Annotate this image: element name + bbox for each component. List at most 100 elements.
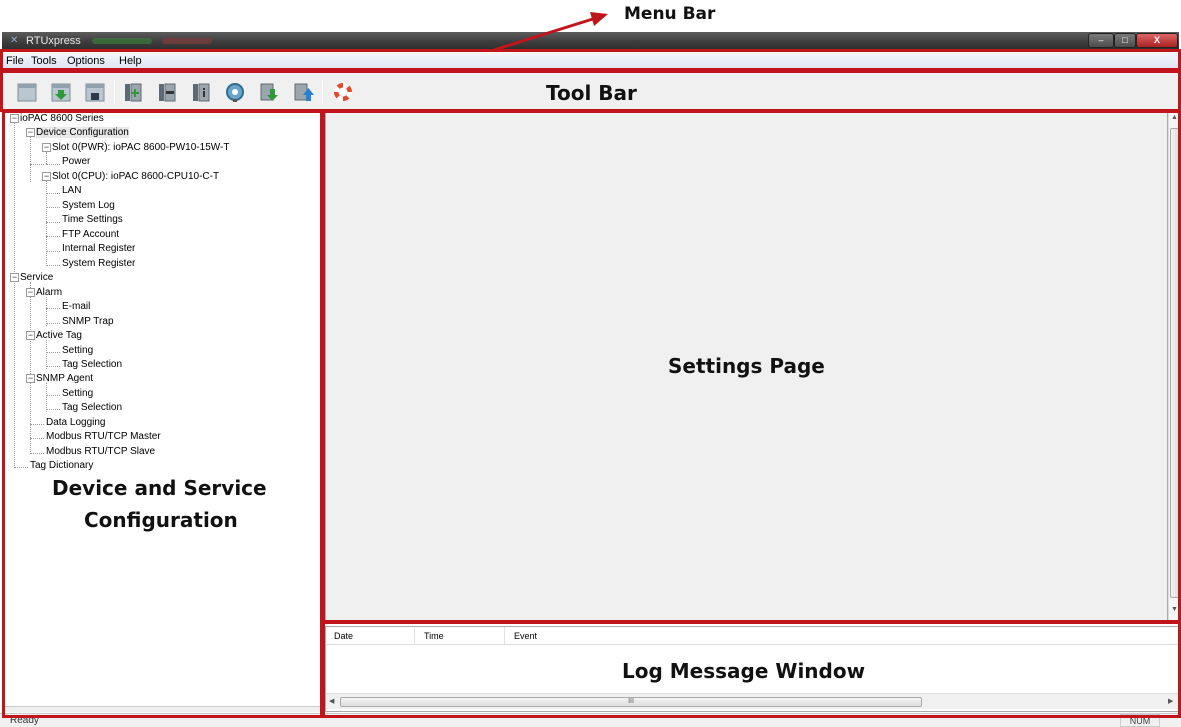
device-service-tree: − − − − − − − − ioPAC 8600 Series Device… bbox=[4, 112, 322, 706]
log-col-date[interactable]: Date bbox=[334, 631, 353, 641]
tree-connector bbox=[14, 467, 28, 468]
tree-item-tag-dictionary[interactable]: Tag Dictionary bbox=[30, 460, 93, 471]
collapse-toggle[interactable]: − bbox=[26, 288, 35, 297]
save-icon[interactable] bbox=[84, 81, 106, 103]
tree-connector bbox=[46, 164, 60, 165]
collapse-toggle[interactable]: − bbox=[26, 128, 35, 137]
tree-item-email[interactable]: E-mail bbox=[62, 301, 90, 312]
scroll-right-icon[interactable]: ▶ bbox=[1168, 697, 1173, 705]
maximize-button[interactable]: □ bbox=[1114, 33, 1136, 48]
log-annotation: Log Message Window bbox=[622, 659, 866, 683]
minimize-button[interactable]: – bbox=[1088, 33, 1114, 48]
column-divider[interactable] bbox=[414, 627, 415, 645]
tree-item-lan[interactable]: LAN bbox=[62, 185, 81, 196]
tree-item-snmp-agent[interactable]: SNMP Agent bbox=[36, 373, 93, 384]
menu-options[interactable]: Options bbox=[67, 55, 105, 67]
tree-item-data-logging[interactable]: Data Logging bbox=[46, 417, 106, 428]
tree-connector bbox=[46, 352, 60, 353]
menu-tools[interactable]: Tools bbox=[31, 55, 57, 67]
upload-icon[interactable] bbox=[292, 81, 314, 103]
status-text: Ready bbox=[10, 715, 39, 726]
titlebar-decoration bbox=[162, 38, 212, 44]
tree-connector bbox=[46, 152, 47, 164]
tree-annotation-line1: Device and Service bbox=[52, 476, 267, 500]
app-icon: ✕ bbox=[10, 35, 19, 46]
settings-annotation: Settings Page bbox=[668, 354, 825, 378]
log-col-time[interactable]: Time bbox=[424, 631, 444, 641]
tree-connector bbox=[46, 409, 60, 410]
menu-file[interactable]: File bbox=[6, 55, 24, 67]
status-bar: Ready NUM bbox=[0, 713, 1181, 727]
collapse-toggle[interactable]: − bbox=[10, 114, 19, 123]
tree-connector bbox=[46, 251, 60, 252]
import-icon[interactable] bbox=[50, 81, 72, 103]
tree-connector bbox=[14, 123, 15, 468]
tree-connector bbox=[46, 366, 60, 367]
close-button[interactable]: X bbox=[1136, 33, 1178, 48]
remove-module-icon[interactable] bbox=[156, 81, 178, 103]
toolbar-separator bbox=[114, 80, 115, 104]
collapse-toggle[interactable]: − bbox=[42, 172, 51, 181]
tree-connector bbox=[46, 383, 47, 412]
tree-item-active-tag[interactable]: Active Tag bbox=[36, 330, 82, 341]
tree-panel-footer bbox=[4, 706, 322, 712]
tree-item-service[interactable]: Service bbox=[20, 272, 53, 283]
log-col-event[interactable]: Event bbox=[514, 631, 537, 641]
tree-item-active-tag-setting[interactable]: Setting bbox=[62, 345, 93, 356]
tree-connector bbox=[30, 137, 31, 182]
tree-connector bbox=[46, 323, 60, 324]
tree-connector bbox=[30, 438, 44, 439]
tree-item-alarm[interactable]: Alarm bbox=[36, 287, 62, 298]
tree-item-internal-register[interactable]: Internal Register bbox=[62, 243, 135, 254]
scroll-left-icon[interactable]: ◀ bbox=[329, 697, 334, 705]
tree-annotation-line2: Configuration bbox=[84, 508, 238, 532]
tree-item-ftp-account[interactable]: FTP Account bbox=[62, 229, 119, 240]
tree-item-power[interactable]: Power bbox=[62, 156, 90, 167]
add-module-icon[interactable] bbox=[122, 81, 144, 103]
log-horizontal-scrollbar[interactable]: ◀ III ▶ bbox=[326, 693, 1180, 709]
log-table-header: Date Time Event bbox=[326, 627, 1180, 645]
help-lifebuoy-icon[interactable] bbox=[332, 81, 354, 103]
tree-connector bbox=[30, 164, 44, 165]
scrollbar-thumb[interactable] bbox=[1170, 128, 1180, 598]
info-module-icon[interactable] bbox=[190, 81, 212, 103]
collapse-toggle[interactable]: − bbox=[26, 374, 35, 383]
tree-item-modbus-master[interactable]: Modbus RTU/TCP Master bbox=[46, 431, 161, 442]
window-title: RTUxpress bbox=[26, 35, 81, 47]
tree-connector bbox=[46, 236, 60, 237]
tree-connector bbox=[30, 453, 44, 454]
menu-bar-arrow bbox=[493, 12, 608, 52]
collapse-toggle[interactable]: − bbox=[26, 331, 35, 340]
tree-item-device-configuration[interactable]: Device Configuration bbox=[36, 127, 129, 138]
tree-connector bbox=[46, 395, 60, 396]
download-icon[interactable] bbox=[258, 81, 280, 103]
tree-item-active-tag-selection[interactable]: Tag Selection bbox=[62, 359, 122, 370]
toolbar-separator bbox=[322, 80, 323, 104]
menu-bar-annotation: Menu Bar bbox=[624, 4, 716, 24]
settings-vertical-scrollbar[interactable]: ▲ ▼ bbox=[1168, 112, 1181, 622]
tree-item-system-log[interactable]: System Log bbox=[62, 200, 115, 211]
tree-item-snmp-agent-tag-selection[interactable]: Tag Selection bbox=[62, 402, 122, 413]
tree-item-time-settings[interactable]: Time Settings bbox=[62, 214, 123, 225]
collapse-toggle[interactable]: − bbox=[10, 273, 19, 282]
tree-item-iopac-series[interactable]: ioPAC 8600 Series bbox=[20, 113, 104, 124]
scroll-up-icon[interactable]: ▲ bbox=[1171, 114, 1178, 121]
tree-item-slot-pwr[interactable]: Slot 0(PWR): ioPAC 8600-PW10-15W-T bbox=[52, 142, 229, 153]
tree-item-slot-cpu[interactable]: Slot 0(CPU): ioPAC 8600-CPU10-C-T bbox=[52, 171, 219, 182]
titlebar-decoration bbox=[92, 38, 152, 44]
tree-connector bbox=[46, 265, 60, 266]
scroll-down-icon[interactable]: ▼ bbox=[1171, 606, 1178, 613]
column-divider[interactable] bbox=[504, 627, 505, 645]
collapse-toggle[interactable]: − bbox=[42, 143, 51, 152]
tree-item-modbus-slave[interactable]: Modbus RTU/TCP Slave bbox=[46, 446, 155, 457]
tool-bar-annotation: Tool Bar bbox=[546, 81, 637, 105]
find-icon[interactable] bbox=[224, 81, 246, 103]
tree-connector bbox=[46, 222, 60, 223]
new-icon[interactable] bbox=[16, 81, 38, 103]
tree-item-snmp-agent-setting[interactable]: Setting bbox=[62, 388, 93, 399]
menu-help[interactable]: Help bbox=[119, 55, 142, 67]
tree-connector bbox=[46, 193, 60, 194]
tree-item-system-register[interactable]: System Register bbox=[62, 258, 135, 269]
tree-item-snmp-trap[interactable]: SNMP Trap bbox=[62, 316, 114, 327]
scrollbar-thumb[interactable]: III bbox=[340, 697, 922, 707]
